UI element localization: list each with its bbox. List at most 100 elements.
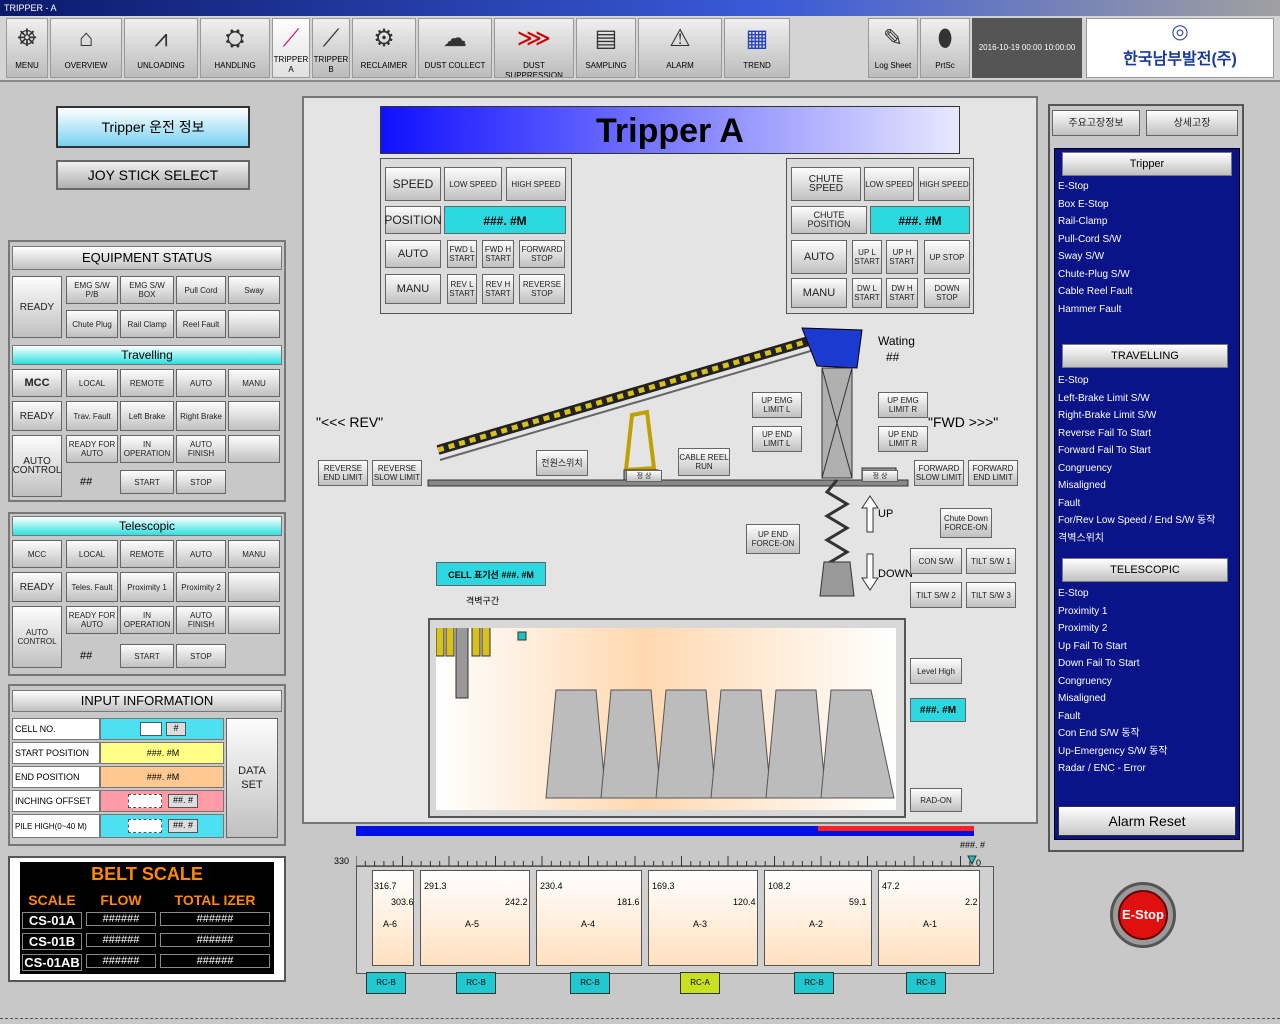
- fault-tripper-list: E-Stop Box E-Stop Rail-Clamp Pull-Cord S…: [1058, 178, 1238, 318]
- unloading-button[interactable]: ⩘ UNLOADING: [124, 18, 198, 78]
- fwd-h-start-button[interactable]: FWD H START: [482, 240, 514, 268]
- cell-no-field[interactable]: #: [100, 718, 224, 740]
- dust-suppression-button[interactable]: ⋙ DUST SUPPRESSION: [494, 18, 574, 78]
- overview-button[interactable]: ⌂ OVERVIEW: [50, 18, 122, 78]
- fault-item: Up Fail To Start: [1058, 640, 1127, 652]
- fault-item: Cable Reel Fault: [1058, 286, 1133, 297]
- tripper-b-button[interactable]: ⟋ TRIPPER B: [312, 18, 350, 78]
- up-end-limit-r-indicator: UP END LIMIT R: [878, 426, 928, 452]
- print-screen-button[interactable]: ⬮ PrtSc: [920, 18, 970, 78]
- dust-collect-button[interactable]: ☁ DUST COLLECT: [418, 18, 492, 78]
- fault-item: Misaligned: [1058, 480, 1106, 491]
- trav-auto-button[interactable]: AUTO: [176, 369, 226, 397]
- tripper-a-button[interactable]: ⟋ TRIPPER A: [272, 18, 310, 78]
- tripper-info-button[interactable]: Tripper 운전 정보: [56, 106, 250, 148]
- tele-auto-button[interactable]: AUTO: [176, 540, 226, 568]
- cell-slot-a1[interactable]: 47.2 2.2 A-1: [878, 870, 980, 966]
- end-position-field[interactable]: ###. #M: [100, 766, 224, 788]
- logo-icon: ◎: [1171, 21, 1189, 43]
- trav-right-brake-indicator: Right Brake: [176, 401, 226, 431]
- belt-scale-title: BELT SCALE: [91, 864, 203, 884]
- tele-remote-button[interactable]: REMOTE: [120, 540, 174, 568]
- fault-item: Radar / ENC - Error: [1058, 763, 1146, 774]
- cell-slot-a5[interactable]: 291.3 242.2 A-5: [420, 870, 530, 966]
- up-end-force-on-button[interactable]: UP END FORCE-ON: [746, 524, 800, 554]
- fwd-l-start-button[interactable]: FWD L START: [447, 240, 477, 268]
- tele-manu-button[interactable]: MANU: [228, 540, 280, 568]
- page-title: Tripper A: [380, 106, 960, 154]
- fault-item: Sway S/W: [1058, 251, 1105, 262]
- cell-slot-a4[interactable]: 230.4 181.6 A-4: [536, 870, 642, 966]
- data-set-button[interactable]: DATA SET: [226, 718, 278, 838]
- travel-auto-button[interactable]: AUTO: [385, 240, 441, 268]
- menu-button[interactable]: ☸ MENU: [6, 18, 48, 78]
- chute-down-force-on-button[interactable]: Chute Down FORCE-ON: [940, 508, 992, 538]
- con-sw-indicator: CON S/W: [910, 548, 962, 574]
- reclaimer-button[interactable]: ⚙ RECLAIMER: [352, 18, 416, 78]
- equipment-title: EQUIPMENT STATUS: [12, 246, 282, 270]
- blank-indicator: [228, 310, 280, 338]
- belt-header-flow: FLOW: [100, 892, 142, 908]
- tab-main-fault[interactable]: 주요고장정보: [1052, 110, 1140, 136]
- high-speed-button[interactable]: HIGH SPEED: [506, 167, 566, 201]
- tele-stop-button[interactable]: STOP: [176, 644, 226, 668]
- low-speed-button[interactable]: LOW SPEED: [444, 167, 502, 201]
- start-position-field[interactable]: ###. #M: [100, 742, 224, 764]
- forward-stop-button[interactable]: FORWARD STOP: [519, 240, 565, 268]
- company-logo: ◎ 한국남부발전(주): [1086, 18, 1274, 78]
- belt-row-flow: ######: [86, 954, 156, 968]
- speed-label: SPEED: [385, 167, 441, 201]
- rail-clamp-indicator: Rail Clamp: [120, 310, 174, 338]
- tele-proximity1-indicator: Proximity 1: [120, 572, 174, 602]
- fault-item: Proximity 2: [1058, 623, 1108, 634]
- trav-blank-indicator: [228, 401, 280, 431]
- joystick-select-button[interactable]: JOY STICK SELECT: [56, 160, 250, 190]
- belt-row-scale: CS-01A: [22, 912, 82, 929]
- pile-high-field[interactable]: ##. #: [100, 814, 224, 838]
- position-value: ###. #M: [444, 206, 566, 234]
- sampling-button[interactable]: ▤ SAMPLING: [576, 18, 636, 78]
- log-sheet-button[interactable]: ✎ Log Sheet: [868, 18, 918, 78]
- fault-item: Pull-Cord S/W: [1058, 233, 1122, 245]
- trav-stop-button[interactable]: STOP: [176, 470, 226, 494]
- inching-offset-field[interactable]: ##. #: [100, 790, 224, 812]
- estop-button[interactable]: E-Stop: [1118, 890, 1168, 940]
- chute-high-speed-button[interactable]: HIGH SPEED: [918, 167, 970, 201]
- alarm-button[interactable]: ⚠ ALARM: [638, 18, 722, 78]
- fault-item: Fault: [1058, 497, 1081, 509]
- trav-manu-button[interactable]: MANU: [228, 369, 280, 397]
- reverse-slow-limit-indicator: REVERSE SLOW LIMIT: [372, 460, 422, 486]
- handling-button[interactable]: ⛭ HANDLING: [200, 18, 270, 78]
- up-stop-button[interactable]: UP STOP: [924, 240, 970, 274]
- tele-start-button[interactable]: START: [120, 644, 174, 668]
- trav-remote-button[interactable]: REMOTE: [120, 369, 174, 397]
- menu-icon: ☸: [16, 25, 38, 52]
- toolbar: ☸ MENU ⌂ OVERVIEW ⩘ UNLOADING ⛭ HANDLING ⟋ TR…: [0, 16, 1280, 82]
- trav-blank2-indicator: [228, 435, 280, 463]
- fault-item: Rail-Clamp: [1058, 216, 1108, 227]
- feeder-indicator: RC-B: [456, 972, 496, 994]
- fault-item: Reverse Fail To Start: [1058, 427, 1152, 439]
- cell-slot-a3[interactable]: 169.3 120.4 A-3: [648, 870, 758, 966]
- tele-local-button[interactable]: LOCAL: [66, 540, 118, 568]
- up-h-start-button[interactable]: UP H START: [886, 240, 918, 274]
- trav-mcc-indicator: MCC: [12, 369, 62, 397]
- cell-slot-a2[interactable]: 108.2 59.1 A-2: [764, 870, 872, 966]
- fault-travelling-header: TRAVELLING: [1062, 344, 1228, 368]
- dust-suppression-icon: ⋙: [516, 25, 552, 52]
- start-position-label: START POSITION: [12, 742, 100, 764]
- alarm-reset-button[interactable]: Alarm Reset: [1058, 806, 1236, 836]
- up-l-start-button[interactable]: UP L START: [852, 240, 882, 274]
- cell-no-label: CELL NO.: [12, 718, 100, 740]
- trav-local-button[interactable]: LOCAL: [66, 369, 118, 397]
- fault-item: Proximity 1: [1058, 605, 1108, 617]
- chute-auto-button[interactable]: AUTO: [791, 240, 847, 274]
- trav-start-button[interactable]: START: [120, 470, 174, 494]
- chute-low-speed-button[interactable]: LOW SPEED: [864, 167, 914, 201]
- cell-slot-a6[interactable]: 316.7 303.6 A-6: [372, 870, 414, 966]
- tab-detail-fault[interactable]: 상세고장: [1146, 110, 1238, 136]
- datetime-display: 2016-10-19 00:00 10:00:00: [972, 18, 1082, 78]
- trend-button[interactable]: ▦ TREND: [724, 18, 790, 78]
- fault-item: E-Stop: [1058, 181, 1089, 192]
- cable-reel-indicator: CABLE REEL RUN: [678, 448, 730, 476]
